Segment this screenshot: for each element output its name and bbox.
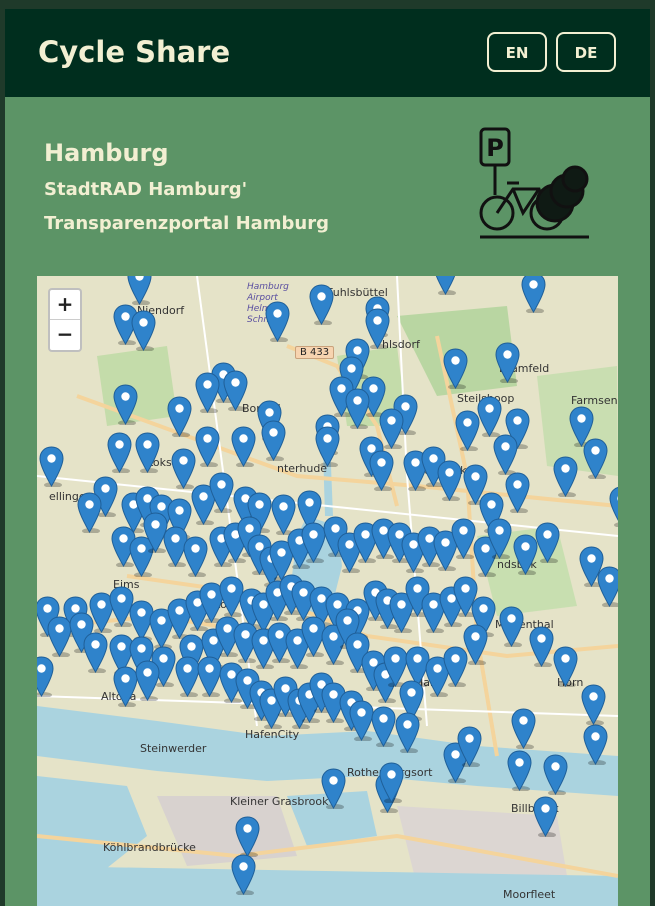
station-marker[interactable] bbox=[487, 518, 512, 559]
station-marker[interactable] bbox=[135, 432, 160, 473]
station-marker[interactable] bbox=[533, 796, 558, 837]
station-marker[interactable] bbox=[493, 434, 518, 475]
app-title: Cycle Share bbox=[38, 35, 231, 69]
station-marker[interactable] bbox=[321, 768, 346, 809]
map-label-kohlbrandbrucke: Köhlbrandbrücke bbox=[103, 841, 196, 854]
language-en-button[interactable]: EN bbox=[487, 32, 547, 72]
station-marker[interactable] bbox=[433, 276, 458, 295]
station-marker[interactable] bbox=[167, 396, 192, 437]
station-marker[interactable] bbox=[265, 301, 290, 342]
station-marker[interactable] bbox=[583, 724, 608, 765]
station-marker[interactable] bbox=[345, 388, 370, 429]
station-marker[interactable] bbox=[499, 606, 524, 647]
station-marker[interactable] bbox=[231, 854, 256, 895]
station-marker[interactable] bbox=[511, 708, 536, 749]
station-marker[interactable] bbox=[477, 396, 502, 437]
station-marker[interactable] bbox=[209, 472, 234, 513]
station-marker[interactable] bbox=[131, 310, 156, 351]
city-name: Hamburg bbox=[44, 139, 169, 167]
station-marker[interactable] bbox=[39, 446, 64, 487]
provider-name: StadtRAD Hamburg' bbox=[44, 179, 248, 200]
station-marker[interactable] bbox=[535, 522, 560, 563]
station-marker[interactable] bbox=[261, 420, 286, 461]
station-marker[interactable] bbox=[195, 372, 220, 413]
map-label-hafencity: HafenCity bbox=[245, 728, 300, 741]
station-marker[interactable] bbox=[443, 348, 468, 389]
station-marker[interactable] bbox=[495, 342, 520, 383]
station-marker[interactable] bbox=[231, 426, 256, 467]
language-de-button[interactable]: DE bbox=[556, 32, 616, 72]
data-source: Transparenzportal Hamburg bbox=[44, 213, 330, 234]
station-marker[interactable] bbox=[553, 456, 578, 497]
station-marker[interactable] bbox=[395, 712, 420, 753]
station-marker[interactable] bbox=[553, 646, 578, 687]
station-marker[interactable] bbox=[83, 632, 108, 673]
station-marker[interactable] bbox=[507, 750, 532, 791]
station-marker[interactable] bbox=[463, 624, 488, 665]
station-marker[interactable] bbox=[183, 536, 208, 577]
station-marker[interactable] bbox=[369, 450, 394, 491]
station-marker[interactable] bbox=[315, 426, 340, 467]
station-marker[interactable] bbox=[521, 276, 546, 313]
bike-parking-icon: P bbox=[479, 127, 589, 239]
zoom-in-button[interactable]: + bbox=[50, 290, 80, 319]
header: Cycle Share EN DE bbox=[5, 9, 650, 97]
station-marker[interactable] bbox=[195, 426, 220, 467]
station-marker[interactable] bbox=[437, 460, 462, 501]
station-marker[interactable] bbox=[609, 486, 618, 527]
station-marker[interactable] bbox=[379, 762, 404, 803]
logo-letter: P bbox=[486, 134, 504, 162]
map-label-kleiner-grasbrook: Kleiner Grasbrook bbox=[230, 795, 329, 808]
zoom-out-button[interactable]: − bbox=[50, 319, 80, 349]
station-marker[interactable] bbox=[223, 370, 248, 411]
map-label-steinwerder: Steinwerder bbox=[140, 742, 207, 755]
station-marker[interactable] bbox=[135, 660, 160, 701]
app-frame: Cycle Share EN DE Hamburg StadtRAD Hambu… bbox=[5, 9, 650, 906]
map-label-moorfleet: Moorfleet bbox=[503, 888, 556, 901]
station-marker[interactable] bbox=[583, 438, 608, 479]
station-marker[interactable] bbox=[543, 754, 568, 795]
map[interactable]: Niendorf Fuhlsbüttel hlsdorf Hamburg Air… bbox=[37, 276, 618, 906]
station-marker[interactable] bbox=[107, 432, 132, 473]
map-label-b433: B 433 bbox=[295, 346, 335, 359]
station-marker[interactable] bbox=[171, 448, 196, 489]
station-marker[interactable] bbox=[127, 276, 152, 305]
station-marker[interactable] bbox=[235, 816, 260, 857]
station-marker[interactable] bbox=[37, 656, 54, 697]
zoom-control: + − bbox=[48, 288, 82, 352]
station-marker[interactable] bbox=[371, 706, 396, 747]
station-marker[interactable] bbox=[581, 684, 606, 725]
station-marker[interactable] bbox=[597, 566, 618, 607]
station-marker[interactable] bbox=[309, 284, 334, 325]
station-marker[interactable] bbox=[457, 726, 482, 767]
station-marker[interactable] bbox=[529, 626, 554, 667]
station-marker[interactable] bbox=[77, 492, 102, 533]
station-marker[interactable] bbox=[505, 472, 530, 513]
station-marker[interactable] bbox=[113, 384, 138, 425]
